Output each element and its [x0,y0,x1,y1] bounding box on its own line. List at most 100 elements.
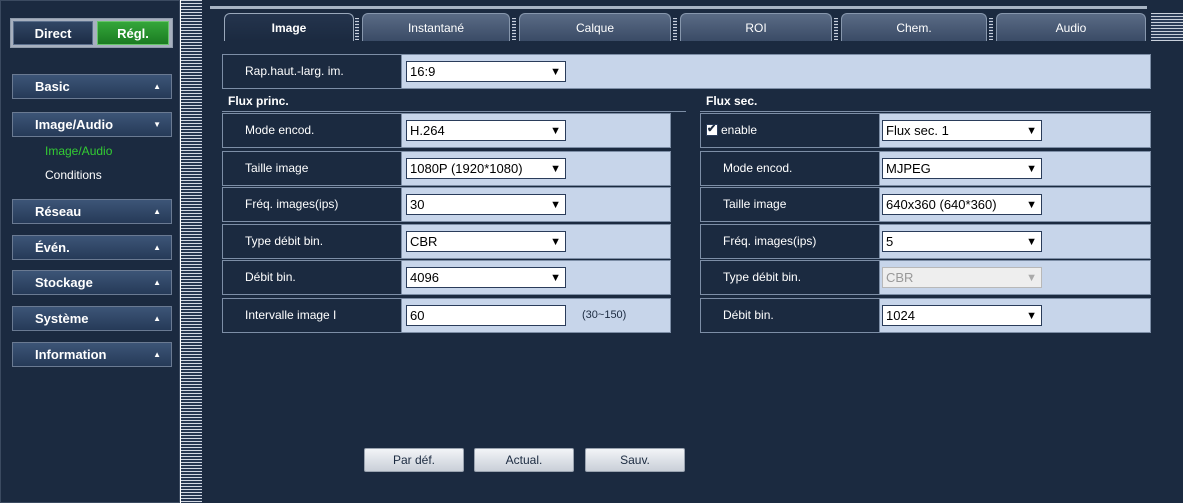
sub-bitrate-select[interactable]: 1024 ▼ [882,305,1042,326]
select-value: H.264 [410,123,445,138]
select-value: 5 [886,234,894,249]
sidebar: Direct Régl. Basic ▲ Image/Audio ▼ Image… [0,0,180,503]
tab-bar: Image Instantané Calque ROI Chem. Audio [202,0,1183,45]
select-value: MJPEG [886,161,931,176]
aspect-ratio-cell: 16:9 ▼ [401,54,1151,89]
direct-button[interactable]: Direct [13,21,93,45]
sub-fps-select[interactable]: 5 ▼ [882,231,1042,252]
aspect-ratio-select[interactable]: 16:9 ▼ [406,61,566,82]
main-bitrate-label: Débit bin. [222,260,402,295]
triangle-up-icon: ▲ [153,243,161,252]
menu-basic[interactable]: Basic ▲ [12,74,172,99]
menu-label: Évén. [35,240,70,255]
main-resolution-cell: 1080P (1920*1080) ▼ [401,151,671,186]
chevron-down-icon: ▼ [1026,163,1037,175]
tab-image[interactable]: Image [224,13,354,41]
select-value: CBR [886,270,914,285]
sub-bitrate-type-cell: CBR ▼ [879,260,1151,295]
menu-label: Information [35,347,107,362]
select-value: 4096 [410,270,439,285]
save-button[interactable]: Sauv. [585,448,685,472]
chevron-down-icon: ▼ [550,66,561,78]
main-encode-mode-label: Mode encod. [222,113,402,148]
chevron-down-icon: ▼ [550,125,561,137]
sub-enable-checkbox[interactable]: ✔ [706,123,718,136]
iframe-interval-range: (30~150) [582,309,627,321]
triangle-up-icon: ▲ [153,207,161,216]
select-value: Flux sec. 1 [886,123,949,138]
main-resolution-label: Taille image [222,151,402,186]
tab-audio[interactable]: Audio [996,13,1146,41]
sub-encode-mode-cell: MJPEG ▼ [879,151,1151,186]
sub-encode-mode-label: Mode encod. [700,151,880,186]
tab-bar-end-stripes [1151,13,1183,41]
submenu-conditions[interactable]: Conditions [45,168,102,182]
menu-label: Basic [35,79,70,94]
main-bitrate-type-select[interactable]: CBR ▼ [406,231,566,252]
menu-label: Système [35,311,89,326]
menu-label: Stockage [35,275,93,290]
chevron-down-icon: ▼ [1026,272,1037,284]
sub-bitrate-type-label: Type débit bin. [700,260,880,295]
sub-stream-select[interactable]: Flux sec. 1 ▼ [882,120,1042,141]
sub-bitrate-type-select: CBR ▼ [882,267,1042,288]
triangle-up-icon: ▲ [153,278,161,287]
tab-separator [834,18,838,40]
tab-separator [512,18,516,40]
sub-enable-label: enable [721,123,758,137]
main-bitrate-select[interactable]: 4096 ▼ [406,267,566,288]
main-stream-header: Flux princ. [222,90,686,112]
tab-overlay[interactable]: Calque [519,13,671,41]
sub-bitrate-label: Débit bin. [700,298,880,333]
tab-snapshot[interactable]: Instantané [362,13,510,41]
triangle-up-icon: ▲ [153,350,161,359]
menu-storage[interactable]: Stockage ▲ [12,270,172,295]
sub-resolution-label: Taille image [700,187,880,222]
main-encode-mode-cell: H.264 ▼ [401,113,671,148]
menu-image-audio[interactable]: Image/Audio ▼ [12,112,172,137]
sub-stream-select-cell: Flux sec. 1 ▼ [879,113,1151,148]
tab-roi[interactable]: ROI [680,13,832,41]
chevron-down-icon: ▼ [1026,310,1037,322]
tab-path[interactable]: Chem. [841,13,987,41]
main-resolution-select[interactable]: 1080P (1920*1080) ▼ [406,158,566,179]
setup-button[interactable]: Régl. [97,21,169,45]
main-bitrate-type-label: Type débit bin. [222,224,402,259]
menu-network[interactable]: Réseau ▲ [12,199,172,224]
select-value: CBR [410,234,438,249]
select-value: 16:9 [410,64,436,79]
menu-system[interactable]: Système ▲ [12,306,172,331]
main-fps-select[interactable]: 30 ▼ [406,194,566,215]
main-fps-label: Fréq. images(ips) [222,187,402,222]
sub-bitrate-cell: 1024 ▼ [879,298,1151,333]
mode-switch: Direct Régl. [10,18,173,48]
default-button[interactable]: Par déf. [364,448,464,472]
select-value: 640x360 (640*360) [886,197,997,212]
sub-fps-label: Fréq. images(ips) [700,224,880,259]
tab-bar-line [210,6,1147,9]
chevron-down-icon: ▼ [550,236,561,248]
select-value: 30 [410,197,425,212]
main-encode-mode-select[interactable]: H.264 ▼ [406,120,566,141]
triangle-up-icon: ▲ [153,82,161,91]
select-value: 1024 [886,308,915,323]
separator-stripes [181,0,202,503]
tab-separator [673,18,677,40]
main-bitrate-type-cell: CBR ▼ [401,224,671,259]
menu-events[interactable]: Évén. ▲ [12,235,172,260]
sub-fps-cell: 5 ▼ [879,224,1151,259]
sub-encode-mode-select[interactable]: MJPEG ▼ [882,158,1042,179]
refresh-button[interactable]: Actual. [474,448,574,472]
triangle-down-icon: ▼ [153,120,161,129]
sub-stream-header: Flux sec. [700,90,1151,112]
menu-information[interactable]: Information ▲ [12,342,172,367]
main-bitrate-cell: 4096 ▼ [401,260,671,295]
main-iframe-interval-cell: 60 (30~150) [401,298,671,333]
sub-resolution-select[interactable]: 640x360 (640*360) ▼ [882,194,1042,215]
menu-label: Image/Audio [35,117,114,132]
chevron-down-icon: ▼ [550,163,561,175]
tab-separator [355,18,359,40]
main-iframe-interval-input[interactable]: 60 [406,305,566,326]
main-panel: Image Instantané Calque ROI Chem. Audio … [202,0,1183,503]
submenu-image-audio[interactable]: Image/Audio [45,144,112,158]
